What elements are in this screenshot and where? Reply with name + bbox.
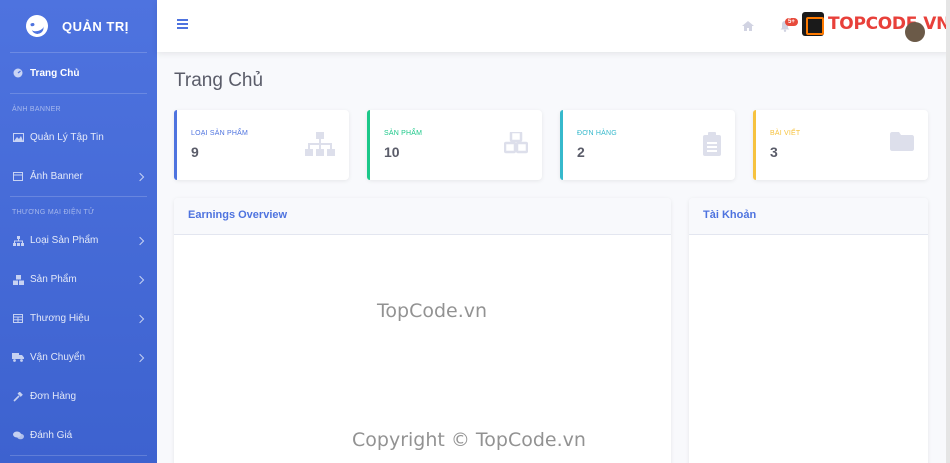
- brand-title: QUẢN TRỊ: [62, 18, 129, 34]
- topcode-logo: TOPCODE.VN: [802, 12, 950, 36]
- sidebar-item-file-manager[interactable]: Quản Lý Tập Tin: [0, 118, 157, 157]
- sidebar-item-reviews[interactable]: Đánh Giá: [0, 416, 157, 455]
- page-title: Trang Chủ: [174, 70, 264, 91]
- stat-label: ĐƠN HÀNG: [577, 130, 617, 137]
- card-accent-bar: [560, 110, 563, 180]
- topbar: 5+ TOPCODE.VN: [157, 0, 950, 52]
- sidebar-item-label: Ảnh Banner: [30, 171, 83, 182]
- sidebar-heading: ẢNH BANNER: [12, 106, 61, 113]
- sidebar: QUẢN TRỊ Trang Chủ ẢNH BANNER Quản Lý Tậ…: [0, 0, 157, 463]
- sidebar-item-label: Đánh Giá: [30, 430, 73, 441]
- sidebar-item-label: Đơn Hàng: [30, 391, 77, 402]
- home-icon[interactable]: [742, 21, 754, 31]
- stat-card-posts: BÀI VIẾT 3: [753, 110, 928, 180]
- panel-title: Tài Khoản: [689, 198, 928, 235]
- stat-label: BÀI VIẾT: [770, 130, 801, 137]
- stat-card-products: SẢN PHẨM 10: [367, 110, 542, 180]
- copyright-watermark: Copyright © TopCode.vn: [352, 429, 586, 451]
- sitemap-icon: [12, 235, 24, 246]
- cubes-icon: [12, 274, 24, 285]
- chevron-right-icon: [135, 314, 145, 323]
- sidebar-item-label: Quản Lý Tập Tin: [30, 132, 104, 143]
- sidebar-heading: THƯƠNG MẠI ĐIỆN TỬ: [12, 209, 95, 216]
- accounts-panel: Tài Khoản: [689, 198, 928, 463]
- topcode-logo-icon: [802, 12, 824, 36]
- table-icon: [12, 314, 24, 324]
- image-icon: [12, 133, 24, 143]
- folder-icon: [890, 132, 914, 151]
- sidebar-item-label: Sản Phẩm: [30, 274, 77, 285]
- clipboard-icon: [703, 132, 721, 156]
- stat-value: 10: [384, 144, 400, 160]
- sidebar-item-orders[interactable]: Đơn Hàng: [0, 377, 157, 416]
- stat-label: SẢN PHẨM: [384, 130, 423, 137]
- comments-icon: [12, 431, 24, 441]
- sidebar-item-banner[interactable]: Ảnh Banner: [0, 157, 157, 196]
- logo-text: TOPCODE.VN: [828, 14, 950, 34]
- chevron-right-icon: [135, 275, 145, 284]
- chevron-right-icon: [135, 172, 145, 181]
- sidebar-toggle-icon[interactable]: [177, 19, 188, 29]
- stat-value: 2: [577, 144, 585, 160]
- card-accent-bar: [367, 110, 370, 180]
- user-avatar[interactable]: [905, 22, 925, 42]
- cubes-icon: [504, 132, 528, 154]
- watermark-text: TopCode.vn: [377, 300, 488, 322]
- sidebar-item-label: Trang Chủ: [30, 67, 80, 79]
- sidebar-item-dashboard[interactable]: Trang Chủ: [0, 53, 157, 93]
- earnings-overview-panel: Earnings Overview: [174, 198, 671, 463]
- sidebar-divider: [10, 455, 147, 456]
- sidebar-item-brands[interactable]: Thương Hiệu: [0, 299, 157, 338]
- hammer-icon: [12, 391, 24, 402]
- sidebar-item-label: Loại Sản Phẩm: [30, 235, 99, 246]
- truck-icon: [12, 353, 24, 363]
- sitemap-icon: [305, 132, 335, 156]
- stat-value: 3: [770, 144, 778, 160]
- stat-card-categories: LOẠI SẢN PHẨM 9: [174, 110, 349, 180]
- tachometer-icon: [12, 68, 24, 78]
- stat-value: 9: [191, 144, 199, 160]
- sidebar-item-products[interactable]: Sản Phẩm: [0, 260, 157, 299]
- main-content: Trang Chủ LOẠI SẢN PHẨM 9 SẢN PHẨM 10 ĐƠ…: [157, 52, 950, 463]
- laugh-wink-icon: [23, 12, 51, 40]
- stat-label: LOẠI SẢN PHẨM: [191, 130, 249, 137]
- chevron-right-icon: [135, 236, 145, 245]
- sidebar-item-label: Vận Chuyển: [30, 352, 86, 363]
- card-accent-bar: [753, 110, 756, 180]
- sidebar-item-shipping[interactable]: Vận Chuyển: [0, 338, 157, 377]
- chevron-right-icon: [135, 353, 145, 362]
- card-accent-bar: [174, 110, 177, 180]
- page-scrollbar[interactable]: [946, 0, 950, 463]
- panel-title: Earnings Overview: [174, 198, 671, 235]
- sidebar-brand[interactable]: QUẢN TRỊ: [0, 0, 157, 52]
- sidebar-item-product-category[interactable]: Loại Sản Phẩm: [0, 221, 157, 260]
- sidebar-item-label: Thương Hiệu: [30, 313, 90, 324]
- window-icon: [12, 172, 24, 182]
- notification-badge: 5+: [785, 18, 798, 26]
- stat-card-orders: ĐƠN HÀNG 2: [560, 110, 735, 180]
